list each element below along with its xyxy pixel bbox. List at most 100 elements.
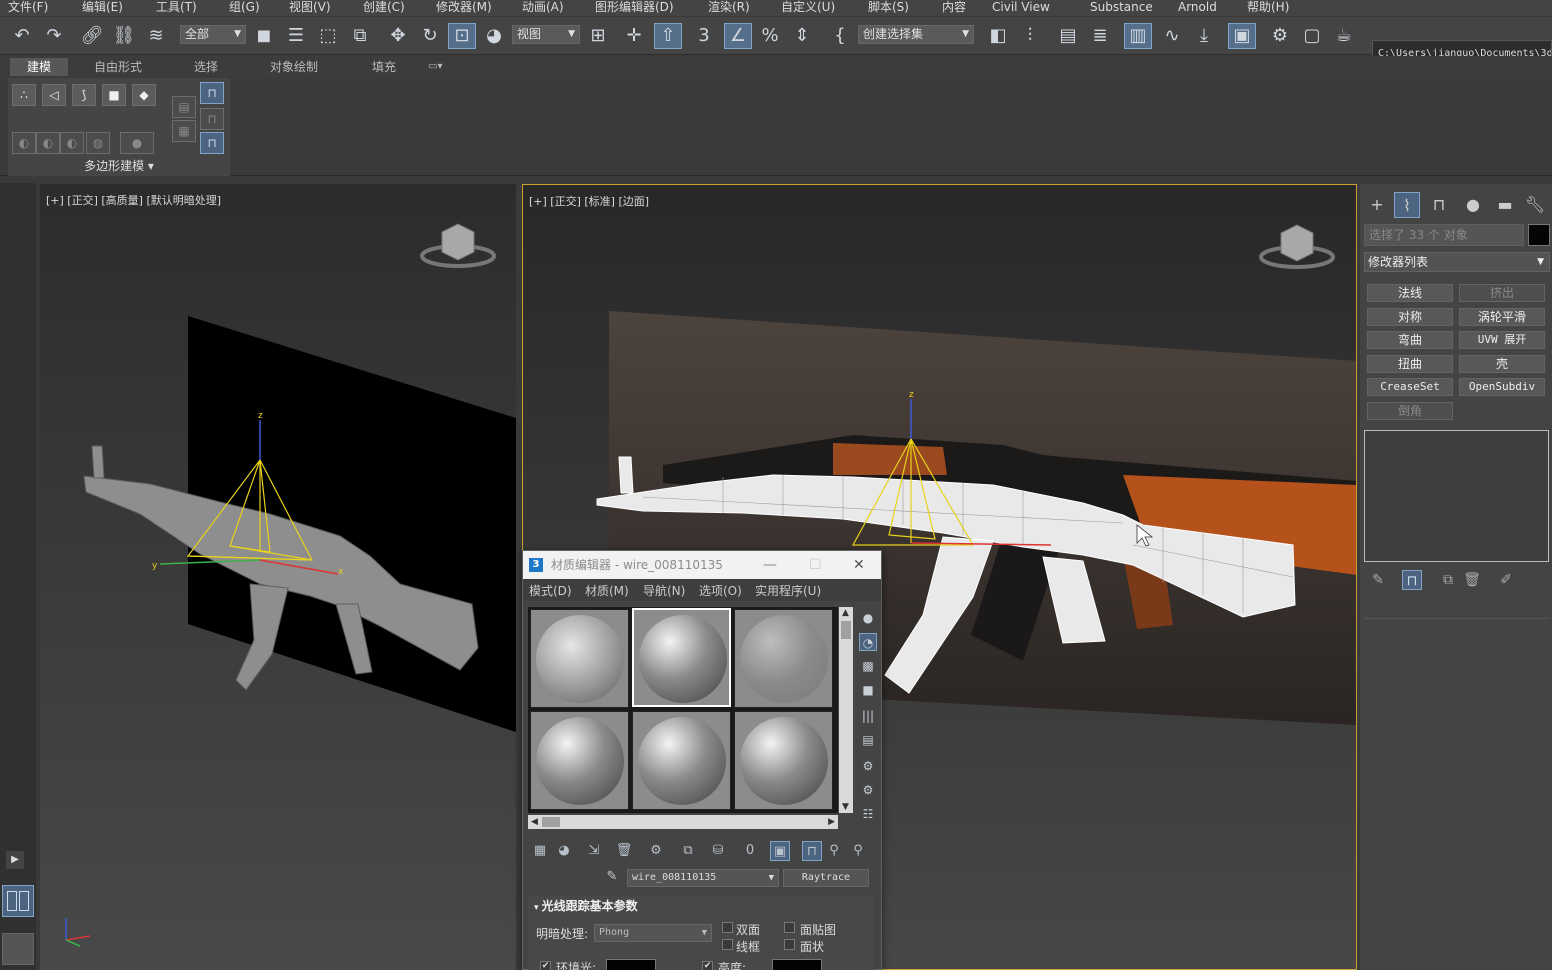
menu-content[interactable]: 内容 [942, 0, 966, 14]
menu-scripting[interactable]: 脚本(S) [868, 0, 909, 14]
sample-slot[interactable] [530, 711, 629, 810]
tab-object-paint[interactable]: 对象绘制 [260, 58, 328, 76]
sample-uv-tiling-icon[interactable]: ■ [859, 681, 877, 699]
create-tab-icon[interactable]: + [1364, 192, 1390, 218]
tab-selection[interactable]: 选择 [184, 58, 228, 76]
scrollbar-thumb[interactable] [542, 817, 560, 827]
pin-stack-icon[interactable]: ✎ [1368, 570, 1388, 590]
bind-space-warp-icon[interactable]: ≋ [142, 23, 170, 49]
menu-file[interactable]: 文件(F) [8, 0, 48, 14]
scroll-up-icon[interactable]: ▲ [842, 608, 849, 618]
go-forward-to-sibling-icon[interactable]: ⚲ [848, 841, 868, 861]
wire-checkbox[interactable] [722, 939, 733, 950]
display-tab-icon[interactable]: ▬ [1492, 192, 1518, 218]
element-icon[interactable]: ◆ [132, 84, 156, 106]
me-menu-utilities[interactable]: 实用程序(U) [755, 582, 821, 599]
menu-rendering[interactable]: 渲染(R) [708, 0, 750, 14]
edit-named-selection-icon[interactable]: { [826, 23, 854, 49]
angle-snap-icon[interactable]: ∠ [724, 23, 752, 49]
two-sided-checkbox[interactable] [722, 922, 733, 933]
rotate-icon[interactable]: ↻ [416, 23, 444, 49]
slots-horizontal-scrollbar[interactable]: ◀ ▶ [528, 815, 838, 829]
menu-tools[interactable]: 工具(T) [156, 0, 197, 14]
uvw-unwrap-button[interactable]: UVW 展开 [1459, 331, 1545, 349]
remove-modifier-icon[interactable]: 🗑︎ [1462, 570, 1482, 590]
sample-slot[interactable] [734, 711, 833, 810]
backlight-icon[interactable]: ◔ [859, 633, 877, 651]
bend-button[interactable]: 弯曲 [1367, 331, 1453, 349]
scroll-left-icon[interactable]: ◀ [531, 817, 538, 827]
scroll-right-icon[interactable]: ▶ [828, 817, 835, 827]
edit-poly-icon[interactable]: ▤ [172, 96, 196, 118]
layout-single-viewport-icon[interactable] [2, 933, 34, 965]
menu-modifiers[interactable]: 修改器(M) [436, 0, 492, 14]
material-editor-titlebar[interactable]: 3 材质编辑器 - wire_008110135 — ☐ ✕ [523, 551, 881, 579]
menu-group[interactable]: 组(G) [229, 0, 260, 14]
creaseset-button[interactable]: CreaseSet [1367, 378, 1453, 396]
chamfer-button[interactable]: 倒角 [1367, 402, 1453, 420]
menu-graph-editors[interactable]: 图形编辑器(D) [595, 0, 674, 14]
rendered-frame-icon[interactable]: ▢ [1298, 23, 1326, 49]
use-soft-selection-icon[interactable]: ⊓ [200, 82, 224, 104]
extrude-button[interactable]: 挤出 [1459, 284, 1545, 302]
me-menu-navigation[interactable]: 导航(N) [643, 582, 685, 599]
render-production-icon[interactable]: ☕︎ [1330, 23, 1358, 49]
mirror-icon[interactable]: ◧ [984, 23, 1012, 49]
border-icon[interactable]: ⟆ [72, 84, 96, 106]
video-color-check-icon[interactable]: ||| [859, 707, 877, 725]
background-icon[interactable]: ▩ [859, 657, 877, 675]
select-object-icon[interactable]: ◼︎ [250, 23, 278, 49]
show-shaded-material-icon[interactable]: ▣ [770, 841, 790, 861]
menu-civil-view[interactable]: Civil View [992, 0, 1050, 14]
place-icon[interactable]: ◕ [480, 23, 508, 49]
snaps-toggle-icon[interactable]: 3 [690, 23, 718, 49]
material-editor-icon[interactable]: ▣ [1228, 23, 1256, 49]
spinner-snap-icon[interactable]: ⇕ [788, 23, 816, 49]
assign-to-selection-icon[interactable]: ⇲ [584, 841, 604, 861]
put-to-scene-icon[interactable]: ◕ [554, 841, 574, 861]
show-end-result-icon[interactable]: ▦ [172, 120, 196, 142]
dope-sheet-icon[interactable]: ⤓ [1190, 23, 1218, 49]
layout-two-viewports-icon[interactable] [2, 885, 34, 917]
pick-material-eyedropper-icon[interactable]: ✎ [603, 869, 621, 887]
make-unique-icon[interactable]: ⧉ [1438, 570, 1458, 590]
unlink-icon[interactable]: ⛓︎ [110, 23, 138, 49]
scene-explorer-icon[interactable]: ▤ [1054, 23, 1082, 49]
modify-mode-icon[interactable]: ◐ [12, 132, 36, 154]
previous-modifier-icon[interactable]: ◐ [36, 132, 60, 154]
menu-view[interactable]: 视图(V) [289, 0, 331, 14]
reset-material-icon[interactable]: 🗑︎ [614, 841, 634, 861]
sample-slot[interactable] [530, 609, 629, 708]
edge-icon[interactable]: ◁ [42, 84, 66, 106]
sample-type-icon[interactable]: ● [859, 609, 877, 627]
normal-button[interactable]: 法线 [1367, 284, 1453, 302]
align-icon[interactable]: ⫶ [1016, 23, 1044, 49]
selection-filter-dropdown[interactable]: 全部 ▼ [180, 25, 246, 44]
close-icon[interactable]: ✕ [853, 551, 865, 579]
menu-help[interactable]: 帮助(H) [1247, 0, 1289, 14]
menu-animation[interactable]: 动画(A) [522, 0, 564, 14]
move-icon[interactable]: ✥ [384, 23, 412, 49]
opensubdiv-button[interactable]: OpenSubdiv [1459, 378, 1545, 396]
layer-explorer-icon[interactable]: ≣ [1086, 23, 1114, 49]
configure-modifier-sets-icon[interactable]: ✐ [1496, 570, 1516, 590]
select-by-name-icon[interactable]: ☰ [282, 23, 310, 49]
named-selection-dropdown[interactable]: 创建选择集 ▼ [858, 25, 974, 44]
material-type-button[interactable]: Raytrace [783, 869, 869, 887]
redo-icon[interactable]: ↷ [40, 23, 68, 49]
go-to-parent-icon[interactable]: ⚲ [824, 841, 844, 861]
reference-coord-dropdown[interactable]: 视图 ▼ [512, 25, 580, 44]
me-menu-options[interactable]: 选项(O) [699, 582, 742, 599]
collapse-stack-icon[interactable]: ◍ [86, 132, 110, 154]
make-preview-icon[interactable]: ▤ [859, 731, 877, 749]
maximize-icon[interactable]: ☐ [809, 551, 822, 579]
minimize-icon[interactable]: — [763, 551, 777, 579]
ambient-checkbox[interactable]: ✔ [540, 961, 551, 970]
rect-selection-icon[interactable]: ⬚ [314, 23, 342, 49]
undo-icon[interactable]: ↶ [8, 23, 36, 49]
luminosity-color-swatch[interactable] [772, 959, 822, 970]
pivot-center-icon[interactable]: ⊞ [584, 23, 612, 49]
shading-dropdown[interactable]: Phong ▼ [594, 924, 712, 942]
object-color-swatch[interactable] [1528, 224, 1550, 246]
scrollbar-thumb[interactable] [841, 621, 851, 639]
